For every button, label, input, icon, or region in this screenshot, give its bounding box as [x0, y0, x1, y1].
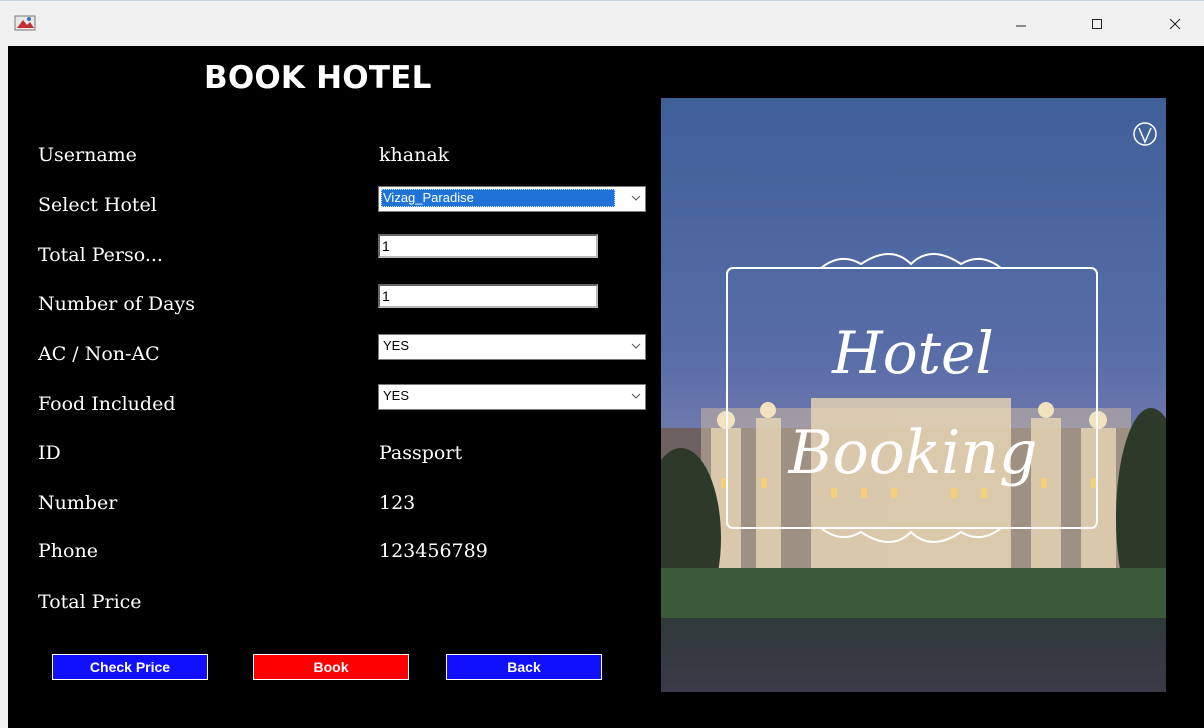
minimize-button[interactable] — [992, 1, 1050, 47]
hotel-select[interactable]: Vizag_Paradise — [378, 186, 646, 212]
food-select[interactable]: YES — [378, 384, 646, 410]
book-button[interactable]: Book — [253, 654, 409, 680]
minimize-icon — [1016, 25, 1026, 27]
page-title: BOOK HOTEL — [204, 60, 432, 96]
chevron-down-icon — [631, 195, 641, 201]
total-persons-input[interactable]: 1 — [378, 234, 598, 258]
total-price-label: Total Price — [38, 591, 142, 613]
number-of-days-input[interactable]: 1 — [378, 284, 598, 308]
poster-title-hotel: Hotel — [831, 319, 994, 387]
hotel-select-value: Vizag_Paradise — [381, 189, 615, 207]
total-persons-label: Total Perso... — [38, 244, 163, 266]
close-button[interactable] — [1146, 1, 1204, 47]
close-icon — [1169, 18, 1181, 30]
username-label: Username — [38, 144, 137, 166]
chevron-down-icon — [631, 343, 641, 349]
booking-panel: BOOK HOTEL Username khanak Select Hotel … — [8, 46, 1204, 728]
hotel-booking-poster: Hotel Booking — [661, 98, 1166, 692]
username-value: khanak — [379, 144, 450, 166]
app-icon — [14, 15, 36, 31]
number-label: Number — [38, 492, 118, 514]
ac-label: AC / Non-AC — [38, 343, 160, 365]
select-hotel-label: Select Hotel — [38, 194, 157, 216]
maximize-button[interactable] — [1068, 1, 1126, 47]
food-select-value: YES — [383, 388, 410, 403]
number-of-days-label: Number of Days — [38, 293, 195, 315]
ac-select-value: YES — [383, 338, 410, 353]
id-value: Passport — [379, 442, 463, 464]
check-price-button[interactable]: Check Price — [52, 654, 208, 680]
id-label: ID — [38, 442, 61, 464]
number-value: 123 — [379, 492, 416, 514]
maximize-icon — [1092, 19, 1102, 29]
back-button[interactable]: Back — [446, 654, 602, 680]
ac-select[interactable]: YES — [378, 334, 646, 360]
poster-title-booking: Booking — [788, 418, 1038, 488]
phone-value: 123456789 — [379, 540, 488, 562]
title-bar — [0, 0, 1204, 47]
food-included-label: Food Included — [38, 393, 176, 415]
phone-label: Phone — [38, 540, 98, 562]
chevron-down-icon — [631, 393, 641, 399]
